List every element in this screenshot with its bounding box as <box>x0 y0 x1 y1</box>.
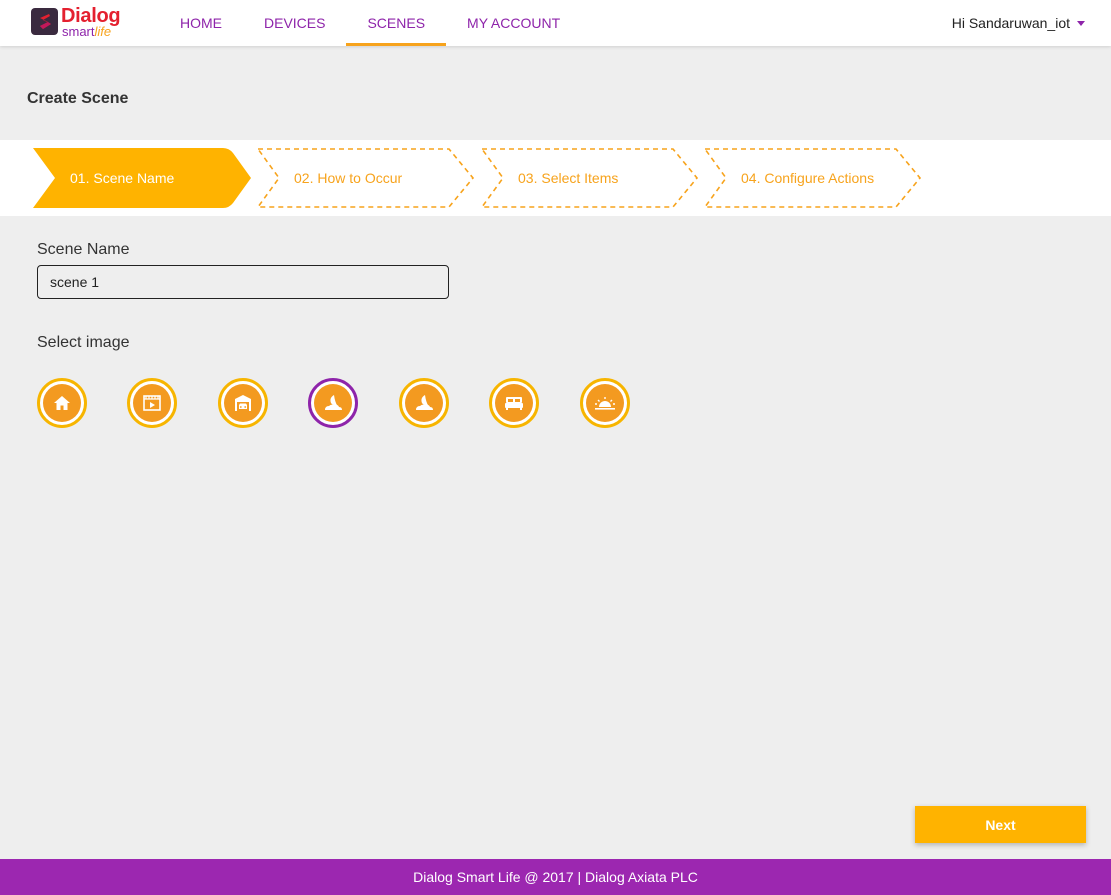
step-configure-actions[interactable]: 04. Configure Actions <box>704 148 924 208</box>
scene-image-inner <box>495 384 533 422</box>
scene-image-movie[interactable] <box>127 378 177 428</box>
nav-scenes[interactable]: SCENES <box>346 0 446 46</box>
nav-home[interactable]: HOME <box>159 0 243 46</box>
step-label: 01. Scene Name <box>70 170 175 186</box>
scene-image-inner <box>586 384 624 422</box>
scene-image-night[interactable] <box>308 378 358 428</box>
footer: Dialog Smart Life @ 2017 | Dialog Axiata… <box>0 859 1111 895</box>
scene-image-inner <box>133 384 171 422</box>
dialog-smartlife-logo[interactable]: Dialog smartlife <box>31 6 123 40</box>
scene-image-inner <box>43 384 81 422</box>
bed-icon <box>505 397 523 410</box>
page-title: Create Scene <box>27 90 129 107</box>
brand-name: Dialog <box>61 5 121 27</box>
wizard-stepper: 01. Scene Name 02. How to Occur 03. Sele… <box>0 140 1111 216</box>
scene-name-input[interactable] <box>37 265 449 299</box>
nav-my-account[interactable]: MY ACCOUNT <box>446 0 581 46</box>
scene-image-garage[interactable] <box>218 378 268 428</box>
step-how-to-occur[interactable]: 02. How to Occur <box>257 148 477 208</box>
scene-image-night-2[interactable] <box>399 378 449 428</box>
step-scene-name[interactable]: 01. Scene Name <box>33 148 253 208</box>
next-button[interactable]: Next <box>915 806 1086 843</box>
movie-icon <box>143 395 161 411</box>
footer-text: Dialog Smart Life @ 2017 | Dialog Axiata… <box>413 869 698 885</box>
step-select-items[interactable]: 03. Select Items <box>481 148 701 208</box>
caret-down-icon <box>1077 20 1085 26</box>
scene-image-bed[interactable] <box>489 378 539 428</box>
select-image-label: Select image <box>37 334 130 351</box>
home-icon <box>54 396 70 410</box>
scene-image-inner <box>314 384 352 422</box>
step-label: 02. How to Occur <box>294 170 403 186</box>
night-icon <box>325 395 342 410</box>
main-nav: HOME DEVICES SCENES MY ACCOUNT <box>159 0 581 46</box>
user-menu[interactable]: Hi Sandaruwan_iot <box>952 0 1085 46</box>
brand-subtitle-b: life <box>94 24 112 39</box>
nav-devices[interactable]: DEVICES <box>243 0 346 46</box>
user-greeting: Hi Sandaruwan_iot <box>951 15 1070 31</box>
scene-name-label: Scene Name <box>37 241 130 258</box>
top-navigation-bar: Dialog smartlife HOME DEVICES SCENES MY … <box>0 0 1111 46</box>
scene-image-sunrise[interactable] <box>580 378 630 428</box>
brand-subtitle: smartlife <box>62 25 111 38</box>
step-label: 04. Configure Actions <box>741 170 875 186</box>
scene-image-inner <box>224 384 262 422</box>
night-icon <box>416 395 433 410</box>
brand-subtitle-a: smart <box>62 24 95 39</box>
garage-icon <box>235 395 251 411</box>
scene-image-home[interactable] <box>37 378 87 428</box>
scene-image-inner <box>405 384 443 422</box>
step-label: 03. Select Items <box>518 170 619 186</box>
dialog-logo-icon <box>31 8 58 35</box>
sunrise-icon <box>595 397 615 410</box>
